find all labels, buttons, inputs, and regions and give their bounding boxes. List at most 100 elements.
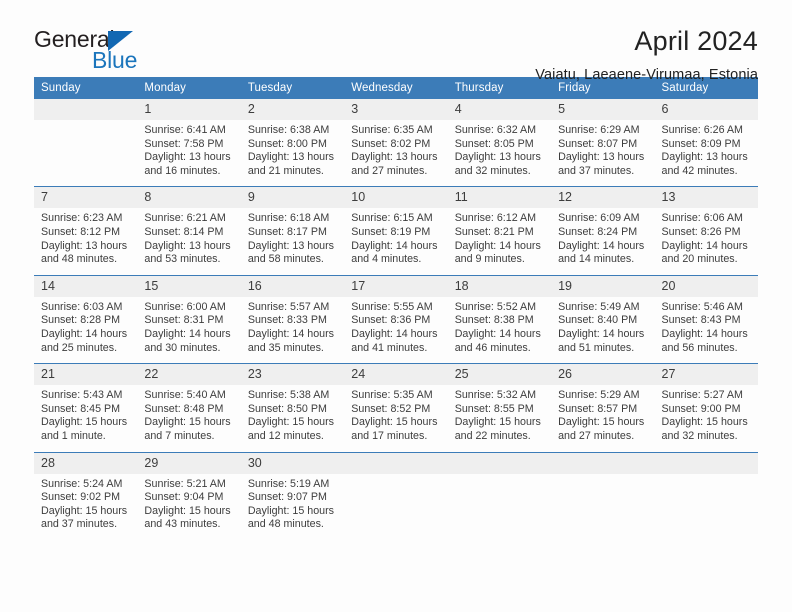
day-number[interactable]: 22 xyxy=(137,363,241,386)
day-daylight-1-text: Daylight: 15 hours xyxy=(144,416,231,429)
day-number[interactable]: 20 xyxy=(654,274,758,297)
day-sunrise-text: Sunrise: 5:46 AM xyxy=(661,300,743,313)
week-date-row: 123456 xyxy=(34,99,758,120)
day-sunset-text: Sunset: 8:19 PM xyxy=(351,225,431,238)
day-sunset-text: Sunset: 9:02 PM xyxy=(41,491,121,504)
day-daylight-1-text: Daylight: 14 hours xyxy=(144,327,231,340)
day-number[interactable]: 25 xyxy=(447,363,552,386)
week-info-row: Sunrise: 5:24 AM Sunset: 9:02 PM Daylight:… xyxy=(34,473,758,540)
day-cell[interactable]: Sunrise: 6:21 AM Sunset: 8:14 PM Daylight:… xyxy=(137,208,241,276)
week-info-row: Sunrise: 6:23 AM Sunset: 8:12 PM Daylight:… xyxy=(34,208,758,276)
day-cell[interactable]: Sunrise: 6:09 AM Sunset: 8:24 PM Daylight:… xyxy=(551,208,655,276)
day-number[interactable]: 8 xyxy=(137,186,241,209)
day-number[interactable]: 30 xyxy=(240,451,345,474)
day-cell[interactable]: Sunrise: 6:41 AM Sunset: 7:58 PM Daylight:… xyxy=(137,120,241,187)
day-daylight-2-text: and 32 minutes. xyxy=(454,164,531,177)
day-number[interactable]: 12 xyxy=(551,186,655,209)
day-daylight-2-text: and 53 minutes. xyxy=(144,253,221,266)
day-sunset-text: Sunset: 8:09 PM xyxy=(661,137,741,150)
day-number[interactable]: 3 xyxy=(344,99,448,120)
day-cell[interactable]: Sunrise: 5:40 AM Sunset: 8:48 PM Daylight:… xyxy=(137,385,241,452)
day-number[interactable]: 19 xyxy=(551,274,655,297)
day-cell[interactable]: Sunrise: 6:23 AM Sunset: 8:12 PM Daylight:… xyxy=(34,208,138,276)
week-date-row: 7 8 9 10 11 12 13 xyxy=(34,186,758,209)
day-daylight-1-text: Daylight: 13 hours xyxy=(454,151,541,164)
day-daylight-2-text: and 42 minutes. xyxy=(661,164,738,177)
day-cell[interactable]: Sunrise: 5:49 AM Sunset: 8:40 PM Daylight:… xyxy=(551,296,655,364)
day-daylight-1-text: Daylight: 15 hours xyxy=(454,416,541,429)
day-number[interactable]: 1 xyxy=(137,99,241,120)
day-cell[interactable]: Sunrise: 5:27 AM Sunset: 9:00 PM Daylight:… xyxy=(654,385,758,452)
day-daylight-2-text: and 48 minutes. xyxy=(247,518,324,531)
day-cell[interactable]: Sunrise: 6:38 AM Sunset: 8:00 PM Daylight:… xyxy=(240,120,345,187)
day-cell[interactable]: Sunrise: 6:12 AM Sunset: 8:21 PM Daylight:… xyxy=(447,208,552,276)
day-number[interactable]: 10 xyxy=(344,186,448,209)
day-number[interactable]: 5 xyxy=(551,99,655,120)
day-number[interactable]: 28 xyxy=(34,451,138,474)
day-cell[interactable]: Sunrise: 5:24 AM Sunset: 9:02 PM Daylight:… xyxy=(34,473,138,540)
day-cell[interactable]: Sunrise: 5:57 AM Sunset: 8:33 PM Daylight:… xyxy=(240,296,345,364)
day-daylight-2-text: and 14 minutes. xyxy=(558,253,635,266)
day-cell[interactable]: Sunrise: 6:35 AM Sunset: 8:02 PM Daylight:… xyxy=(344,120,448,187)
day-sunrise-text: Sunrise: 6:00 AM xyxy=(144,300,226,313)
day-daylight-2-text: and 56 minutes. xyxy=(661,341,738,354)
day-number[interactable]: 17 xyxy=(344,274,448,297)
day-number[interactable]: 2 xyxy=(240,99,345,120)
day-cell[interactable]: Sunrise: 6:29 AM Sunset: 8:07 PM Daylight:… xyxy=(551,120,655,187)
day-cell[interactable]: Sunrise: 6:06 AM Sunset: 8:26 PM Daylight:… xyxy=(654,208,758,276)
day-cell[interactable]: Sunrise: 6:15 AM Sunset: 8:19 PM Daylight:… xyxy=(344,208,448,276)
day-number[interactable]: 13 xyxy=(654,186,758,209)
day-cell[interactable]: Sunrise: 5:46 AM Sunset: 8:43 PM Daylight:… xyxy=(654,296,758,364)
day-daylight-1-text: Daylight: 13 hours xyxy=(144,151,231,164)
logo-text-blue: Blue xyxy=(92,47,138,73)
day-number[interactable]: 29 xyxy=(137,451,241,474)
day-number[interactable]: 11 xyxy=(447,186,552,209)
day-sunrise-text: Sunrise: 5:43 AM xyxy=(41,389,123,402)
day-number-empty xyxy=(34,99,138,120)
day-sunset-text: Sunset: 8:02 PM xyxy=(351,137,431,150)
day-cell[interactable]: Sunrise: 6:18 AM Sunset: 8:17 PM Daylight:… xyxy=(240,208,345,276)
day-daylight-2-text: and 27 minutes. xyxy=(558,429,635,442)
day-cell[interactable]: Sunrise: 6:03 AM Sunset: 8:28 PM Daylight:… xyxy=(34,296,138,364)
day-sunset-text: Sunset: 8:31 PM xyxy=(144,314,224,327)
day-number[interactable]: 26 xyxy=(551,363,655,386)
day-cell[interactable]: Sunrise: 5:21 AM Sunset: 9:04 PM Daylight:… xyxy=(137,473,241,540)
day-daylight-1-text: Daylight: 13 hours xyxy=(247,151,334,164)
weekday-header-wednesday: Wednesday xyxy=(344,77,448,99)
day-cell[interactable]: Sunrise: 6:32 AM Sunset: 8:05 PM Daylight:… xyxy=(447,120,552,187)
day-daylight-2-text: and 46 minutes. xyxy=(454,341,531,354)
day-daylight-2-text: and 51 minutes. xyxy=(558,341,635,354)
day-cell[interactable]: Sunrise: 5:43 AM Sunset: 8:45 PM Daylight:… xyxy=(34,385,138,452)
day-number[interactable]: 6 xyxy=(654,99,758,120)
day-cell[interactable]: Sunrise: 5:35 AM Sunset: 8:52 PM Daylight:… xyxy=(344,385,448,452)
day-daylight-2-text: and 35 minutes. xyxy=(247,341,324,354)
day-number[interactable]: 9 xyxy=(240,186,345,209)
day-cell[interactable]: Sunrise: 6:00 AM Sunset: 8:31 PM Daylight:… xyxy=(137,296,241,364)
calendar-body: 1 2 3 4 5 6 Sunrise: 6:41 AM Sunset: 7:58 PM Day… xyxy=(34,99,758,540)
day-number[interactable]: 23 xyxy=(240,363,345,386)
day-cell[interactable]: Sunrise: 5:52 AM Sunset: 8:38 PM Daylight:… xyxy=(447,296,552,364)
day-sunrise-text: Sunrise: 6:32 AM xyxy=(454,124,537,136)
day-daylight-2-text: and 4 minutes. xyxy=(351,253,422,266)
day-number[interactable]: 7 xyxy=(34,186,138,209)
day-number[interactable]: 15 xyxy=(137,274,241,297)
day-daylight-1-text: Daylight: 14 hours xyxy=(661,239,748,252)
day-daylight-1-text: Daylight: 15 hours xyxy=(144,504,231,517)
day-number[interactable]: 18 xyxy=(447,274,552,297)
day-cell[interactable]: Sunrise: 6:26 AM Sunset: 8:09 PM Daylight:… xyxy=(654,120,758,187)
day-cell-empty xyxy=(34,120,138,187)
day-number[interactable]: 4 xyxy=(447,99,552,120)
day-cell[interactable]: Sunrise: 5:19 AM Sunset: 9:07 PM Daylight:… xyxy=(240,473,345,540)
day-sunrise-text: Sunrise: 5:32 AM xyxy=(454,389,537,402)
day-number[interactable]: 24 xyxy=(344,363,448,386)
day-number[interactable]: 21 xyxy=(34,363,138,386)
day-cell[interactable]: Sunrise: 5:55 AM Sunset: 8:36 PM Daylight:… xyxy=(344,296,448,364)
day-number[interactable]: 16 xyxy=(240,274,345,297)
day-daylight-1-text: Daylight: 14 hours xyxy=(661,327,748,340)
day-cell[interactable]: Sunrise: 5:38 AM Sunset: 8:50 PM Daylight:… xyxy=(240,385,345,452)
day-number[interactable]: 14 xyxy=(34,274,138,297)
day-number[interactable]: 27 xyxy=(654,363,758,386)
day-cell[interactable]: Sunrise: 5:32 AM Sunset: 8:55 PM Daylight:… xyxy=(447,385,552,452)
day-cell[interactable]: Sunrise: 5:29 AM Sunset: 8:57 PM Daylight:… xyxy=(551,385,655,452)
day-daylight-2-text: and 17 minutes. xyxy=(351,429,428,442)
